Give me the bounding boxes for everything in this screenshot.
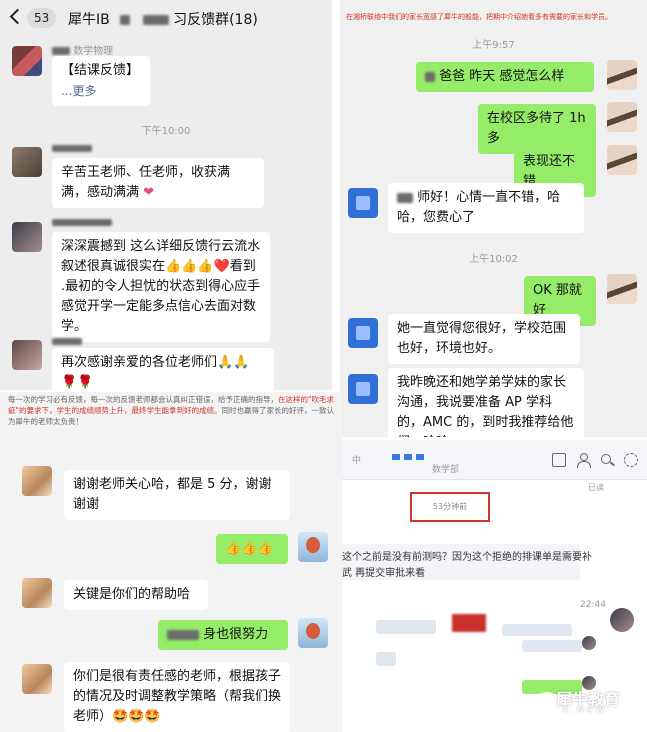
search-icon[interactable] xyxy=(600,453,614,467)
message-text: 我昨晚还和她学弟学妹的家长沟通，我说要准备 AP 学科的，AMC 的，到时我推荐… xyxy=(397,375,574,437)
sender-name xyxy=(52,143,92,154)
message-bubble[interactable]: 再次感谢亲爱的各位老师们🙏🙏🌹🌹 xyxy=(52,348,274,390)
sender-name xyxy=(52,217,112,228)
group-title: 犀牛IB 习反馈群(18) xyxy=(68,9,258,29)
message-bubble[interactable]: 深深震撼到 这么详细反馈行云流水 叙述很真诚很实在👍👍👍❤️看到 .最初的令人担… xyxy=(52,232,270,342)
avatar[interactable] xyxy=(12,222,42,252)
redaction xyxy=(425,71,435,82)
user-icon[interactable] xyxy=(576,453,591,468)
message-bubble[interactable]: 谢谢老师关心哈，都是 5 分，谢谢谢谢 xyxy=(64,470,290,520)
redacted-message xyxy=(522,640,582,652)
sender-name: 数学物理 xyxy=(52,42,113,57)
timestamp: 上午9:57 xyxy=(472,40,515,51)
chat-panel-feedback: 每一次的学习必有反馈，每一次的反馈老师都会认真纠正错误，给予正确的指导，在这样的… xyxy=(0,392,342,732)
message-text: 师好！心情一直不错，哈哈，您费心了 xyxy=(397,190,561,225)
heart-icon: ❤ xyxy=(139,185,155,200)
message-text: 再次感谢亲爱的各位老师们🙏🙏🌹🌹 xyxy=(61,355,250,390)
watermark-sub: X.NEW xyxy=(562,706,608,716)
redacted-message xyxy=(376,652,396,666)
avatar[interactable] xyxy=(22,664,52,694)
redaction xyxy=(52,47,70,55)
avatar-self[interactable] xyxy=(607,274,637,304)
message-text: 这个之前是没有前测吗？因为这个拒绝的排课单是需要补 xyxy=(342,552,592,563)
avatar-self[interactable] xyxy=(298,618,328,648)
group-title-prefix: 犀牛IB xyxy=(68,12,110,28)
avatar[interactable] xyxy=(348,188,378,218)
message-text: 谢谢老师关心哈，都是 5 分，谢谢谢谢 xyxy=(73,477,272,512)
message-text: 👍👍👍 xyxy=(225,541,274,556)
tab-dot xyxy=(404,454,412,460)
avatar[interactable] xyxy=(12,147,42,177)
folder-icon[interactable] xyxy=(552,453,566,467)
timestamp: 上午10:02 xyxy=(469,254,518,265)
avatar[interactable] xyxy=(610,608,634,632)
avatar[interactable] xyxy=(348,374,378,404)
message-bubble[interactable]: 我昨晚还和她学弟学妹的家长沟通，我说要准备 AP 学科的，AMC 的，到时我推荐… xyxy=(388,368,584,437)
tab-dot xyxy=(416,454,424,460)
avatar[interactable] xyxy=(22,578,52,608)
avatar[interactable] xyxy=(348,318,378,348)
unread-badge[interactable]: 53 xyxy=(27,8,57,28)
avatar[interactable] xyxy=(12,46,42,76)
message-text: 武 再提交审批来看 xyxy=(342,568,426,579)
avatar-self[interactable] xyxy=(607,145,637,175)
group-title-suffix: 习反馈群(18) xyxy=(173,12,258,28)
avatar-self[interactable] xyxy=(607,60,637,90)
message-text: 关键是你们的帮助哈 xyxy=(73,587,191,602)
message-bubble-outgoing[interactable]: 身也很努力 xyxy=(158,620,288,650)
chat-header: 53 犀牛IB 习反馈群(18) xyxy=(0,0,332,38)
avatar[interactable] xyxy=(12,340,42,370)
back-icon[interactable] xyxy=(9,8,26,25)
chat-panel-group: 53 犀牛IB 习反馈群(18) 数学物理 【结课反馈】 ...更多 下午10:… xyxy=(0,0,332,390)
avatar[interactable] xyxy=(22,466,52,496)
redaction xyxy=(167,629,199,640)
message-text: 你们是很有责任感的老师，根据孩子的情况及时调整教学策略（帮我们换老师）🤩🤩🤩 xyxy=(73,669,282,724)
toolbar: 中 数学部 xyxy=(342,440,647,480)
highlight-box: 53分钟前 xyxy=(410,492,490,522)
tab-label[interactable]: 数学部 xyxy=(432,462,459,475)
message-bubble[interactable]: 你们是很有责任感的老师，根据孩子的情况及时调整教学策略（帮我们换老师）🤩🤩🤩 xyxy=(64,662,290,732)
chat-panel-parent: 在湘桥联络中我们的家长宽感了犀牛的般能，把期中介绍她看多有需要的家长和学员。 上… xyxy=(340,0,647,437)
message-text: 她一直觉得您很好，学校范围也好，环境也好。 xyxy=(397,321,567,356)
message-bubble-outgoing[interactable]: 👍👍👍 xyxy=(216,534,288,564)
redaction xyxy=(397,192,413,203)
message-bubble[interactable]: 辛苦王老师、任老师，收获满满，感动满满 ❤ xyxy=(52,158,264,208)
redacted-message xyxy=(502,624,572,636)
message-bubble[interactable]: 关键是你们的帮助哈 xyxy=(64,580,208,610)
message-text: 深深震撼到 这么详细反馈行云流水 叙述很真诚很实在👍👍👍❤️看到 .最初的令人担… xyxy=(61,239,261,334)
avatar-self[interactable] xyxy=(298,532,328,562)
article-note: 在湘桥联络中我们的家长宽感了犀牛的般能，把期中介绍她看多有需要的家长和学员。 xyxy=(346,13,612,21)
tab-prefix: 中 xyxy=(352,456,362,466)
message-text: 身也很努力 xyxy=(203,627,269,642)
more-link[interactable]: ...更多 xyxy=(61,81,141,101)
redaction xyxy=(142,15,169,25)
message-bubble-outgoing[interactable]: 爸爸 昨天 感觉怎么样 xyxy=(416,62,594,92)
message-bubble[interactable]: 师好！心情一直不错，哈哈，您费心了 xyxy=(388,183,584,233)
article-note: 每一次的学习必有反馈，每一次的反馈老师都会认真纠正错误，给予正确的指导，在这样的… xyxy=(8,395,334,426)
avatar[interactable] xyxy=(582,636,596,650)
message-text: OK 那就好 xyxy=(533,283,582,318)
tab-dot xyxy=(392,454,400,460)
avatar-self[interactable] xyxy=(607,102,637,132)
timestamp: 下午10:00 xyxy=(141,126,191,137)
rhino-logo-icon xyxy=(522,684,552,714)
redacted-image xyxy=(452,614,486,632)
redacted-message xyxy=(376,620,436,634)
read-status: 已读 xyxy=(588,483,604,492)
message-bubble[interactable]: 她一直觉得您很好，学校范围也好，环境也好。 xyxy=(388,314,580,364)
sender-name xyxy=(52,336,82,347)
box-text: 53分钟前 xyxy=(432,502,468,511)
message-bubble[interactable]: 【结课反馈】 ...更多 xyxy=(52,56,150,106)
timestamp: 22:44 xyxy=(580,600,606,610)
redaction xyxy=(120,15,131,25)
gear-icon[interactable] xyxy=(624,453,638,467)
brand-watermark: 犀牛教育 X.NEW xyxy=(522,680,642,724)
message-text: 爸爸 昨天 感觉怎么样 xyxy=(439,69,565,84)
message-text: 在校区多待了 1h 多 xyxy=(487,111,586,146)
message-text: 【结课反馈】 xyxy=(61,63,140,78)
